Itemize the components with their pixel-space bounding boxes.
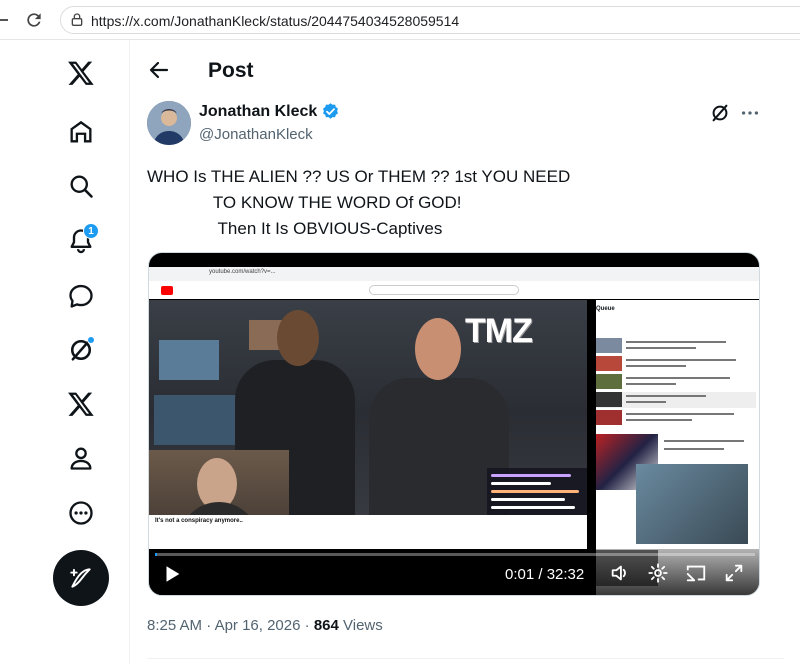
embedded-browser-bar: youtube.com/watch?v=...: [149, 267, 759, 281]
divider: [147, 658, 784, 659]
tmz-logo: TMZ: [465, 312, 533, 350]
back-arrow-icon[interactable]: [147, 58, 171, 82]
view-count: 864: [313, 617, 339, 634]
embedded-caption-strip: It's not a conspiracy anymore..: [149, 515, 587, 549]
url-text: https://x.com/JonathanKleck/status/20447…: [91, 13, 460, 29]
youtube-logo-icon: [161, 285, 173, 295]
notifications-icon[interactable]: 1: [61, 221, 101, 261]
compose-feather-icon: [70, 568, 91, 588]
browser-toolbar: https://x.com/JonathanKleck/status/20447…: [0, 0, 800, 40]
video-player[interactable]: youtube.com/watch?v=... TMZ It's not a c…: [148, 252, 760, 596]
author-avatar[interactable]: [147, 101, 191, 145]
notification-count-badge: 1: [83, 223, 99, 239]
more-options-icon[interactable]: [61, 493, 101, 533]
site-info-icon[interactable]: [69, 12, 85, 28]
embedded-youtube-header: [149, 281, 759, 299]
video-time: 0:01 / 32:32: [505, 566, 585, 583]
post-date[interactable]: Apr 16, 2026: [215, 617, 301, 634]
play-icon[interactable]: [161, 563, 183, 585]
picture-in-picture-icon[interactable]: [685, 562, 707, 584]
volume-icon[interactable]: [609, 562, 631, 584]
x-logo-icon[interactable]: [61, 53, 101, 93]
home-icon[interactable]: [61, 112, 101, 152]
video-progress-bar[interactable]: [155, 553, 755, 556]
meta-separator: ·: [206, 617, 215, 634]
embedded-search-box: [369, 285, 519, 295]
embedded-url: youtube.com/watch?v=...: [209, 269, 276, 275]
address-bar[interactable]: https://x.com/JonathanKleck/status/20447…: [60, 6, 800, 34]
profile-icon[interactable]: [61, 438, 101, 478]
author-handle[interactable]: @JonathanKleck: [199, 126, 313, 143]
verified-badge-icon: [323, 103, 339, 119]
post-detail: Post Jonathan Kleck @JonathanKleck WHO I…: [131, 40, 800, 664]
compose-post-button[interactable]: [53, 550, 109, 606]
meta-separator: ·: [304, 617, 314, 634]
author-name[interactable]: Jonathan Kleck: [199, 102, 340, 121]
premium-x-icon[interactable]: [61, 384, 101, 424]
sidebar-nav: 1: [0, 40, 130, 664]
post-time[interactable]: 8:25 AM: [147, 617, 202, 634]
embedded-video-caption: It's not a conspiracy anymore..: [155, 518, 243, 524]
post-header: Post: [131, 40, 800, 102]
fullscreen-icon[interactable]: [723, 562, 745, 584]
video-frame: TMZ: [149, 300, 587, 548]
settings-gear-icon[interactable]: [647, 562, 669, 584]
grok-icon[interactable]: [61, 330, 101, 370]
reload-icon[interactable]: [24, 10, 44, 30]
grok-unread-dot: [87, 336, 95, 344]
page-title: Post: [208, 59, 254, 82]
tweet-text: WHO Is THE ALIEN ?? US Or THEM ?? 1st YO…: [147, 167, 571, 238]
search-icon[interactable]: [61, 166, 101, 206]
video-controls: 0:01 / 32:32: [149, 549, 759, 595]
views-label: Views: [343, 617, 383, 634]
video-progress-fill: [155, 553, 157, 556]
more-options-ellipsis-icon[interactable]: [739, 102, 761, 124]
grok-explain-icon[interactable]: [709, 102, 731, 124]
queue-title: Queue: [596, 306, 615, 312]
post-metadata: 8:25 AM · Apr 16, 2026 · 864 Views: [147, 617, 383, 634]
author-display-name: Jonathan Kleck: [199, 102, 318, 120]
messages-icon[interactable]: [61, 276, 101, 316]
browser-back-icon[interactable]: [0, 19, 8, 21]
